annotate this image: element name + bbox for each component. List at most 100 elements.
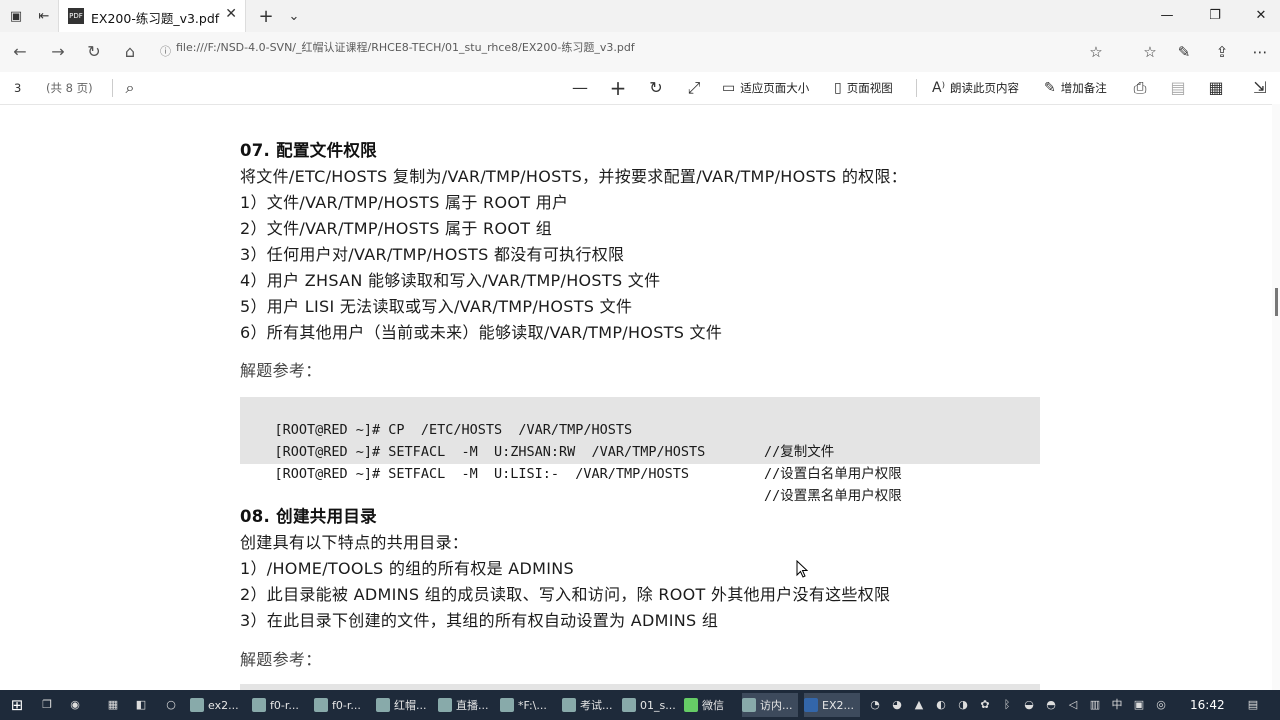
code-comment: //复制文件 [764, 444, 835, 460]
app-icon[interactable]: ◧ [132, 693, 150, 717]
section-07-title: 07. 配置文件权限 [240, 141, 377, 160]
app-icon [562, 698, 576, 712]
tray-icon[interactable]: ◑ [954, 693, 972, 717]
taskbar-item[interactable]: 红帽... [376, 693, 432, 717]
tray-icon[interactable]: ✿ [976, 693, 994, 717]
network-icon[interactable]: ▥ [1086, 693, 1104, 717]
tray-icon[interactable]: ◓ [1042, 693, 1060, 717]
back-arrow-icon[interactable]: ← [8, 40, 32, 64]
close-tab-button[interactable]: ✕ [225, 6, 237, 22]
save-icon[interactable]: ▤ [1166, 76, 1190, 100]
rotate-icon[interactable]: ↻ [644, 76, 668, 100]
taskbar-item-label: 微信 [702, 699, 724, 712]
close-window-button[interactable]: ✕ [1244, 4, 1278, 28]
fullscreen-icon[interactable]: ⤢ [682, 76, 706, 100]
refresh-icon[interactable]: ↻ [82, 40, 106, 64]
share-icon[interactable]: ⇪ [1210, 40, 1234, 64]
tray-icon[interactable]: ◕ [888, 693, 906, 717]
tray-icon[interactable]: ◒ [1020, 693, 1038, 717]
taskbar-item-label: f0-r... [332, 698, 361, 712]
app-icon [376, 698, 390, 712]
favorite-star-icon[interactable]: ☆ [1084, 40, 1108, 64]
toolbar-divider [916, 79, 917, 97]
pin-toolbar-icon[interactable]: ⇲ [1248, 76, 1272, 100]
read-aloud-button[interactable]: A⁾ 朗读此页内容 [932, 76, 1019, 100]
forward-arrow-icon[interactable]: → [46, 40, 70, 64]
tab-actions-icon[interactable]: ▣ [4, 4, 28, 28]
page-view-button[interactable]: ▯ 页面视图 [834, 76, 893, 100]
search-icon[interactable]: ⌕ [118, 76, 142, 100]
solution-reference-label: 解题参考： [240, 361, 322, 380]
favorites-list-icon[interactable]: ☆ [1138, 40, 1162, 64]
taskbar-clock[interactable]: 16:42 [1190, 693, 1225, 717]
zoom-in-icon[interactable]: + [606, 76, 630, 100]
info-icon[interactable]: ⓘ [160, 40, 174, 64]
vertical-scrollbar[interactable] [1272, 104, 1280, 690]
taskbar-item[interactable]: ex2... [190, 693, 246, 717]
make-note-pen-icon[interactable]: ✎ [1172, 40, 1196, 64]
ime-icon[interactable]: 中 [1108, 693, 1126, 717]
add-note-label: 增加备注 [1060, 81, 1107, 95]
tab-preview-chevron-icon[interactable]: ⌄ [282, 4, 306, 28]
add-note-pen-icon: ✎ [1044, 80, 1056, 96]
bluetooth-icon[interactable]: ᛒ [998, 693, 1016, 717]
taskbar-item[interactable]: f0-r... [314, 693, 370, 717]
more-menu-icon[interactable]: ⋯ [1248, 40, 1272, 64]
app-icon[interactable]: ○ [162, 693, 180, 717]
app-icon [742, 698, 756, 712]
save-as-icon[interactable]: ▦ [1204, 76, 1228, 100]
page-number-input[interactable]: 3 [14, 79, 21, 97]
taskbar-item-label: ex2... [208, 698, 239, 712]
taskbar-item[interactable]: 微信 [684, 693, 738, 717]
tray-icon[interactable]: ▲ [910, 693, 928, 717]
tray-icon[interactable]: ◎ [1152, 693, 1170, 717]
tray-icon[interactable]: ◐ [932, 693, 950, 717]
minimize-button[interactable]: — [1150, 4, 1184, 28]
mouse-cursor-icon [796, 560, 808, 578]
taskbar-item[interactable]: 访内... [742, 693, 798, 717]
code-line: [ROOT@RED ~]# SETFACL -M U:LISI:- /VAR/T… [242, 441, 902, 504]
scrollbar-thumb[interactable] [1275, 288, 1278, 316]
zoom-out-icon[interactable]: — [568, 76, 592, 100]
list-item: 2）文件/VAR/TMP/HOSTS 属于 ROOT 组 [240, 219, 553, 238]
tray-icon[interactable]: ▣ [1130, 693, 1148, 717]
taskbar-item[interactable]: f0-r... [252, 693, 308, 717]
pdf-icon: PDF [68, 8, 84, 24]
list-item: 3）在此目录下创建的文件，其组的所有权自动设置为 ADMINS 组 [240, 611, 719, 630]
taskbar-item[interactable]: 考试... [562, 693, 618, 717]
add-note-button[interactable]: ✎ 增加备注 [1044, 76, 1107, 100]
home-icon[interactable]: ⌂ [118, 40, 142, 64]
taskbar-item[interactable]: EX2... [804, 693, 860, 717]
fit-page-label: 适应页面大小 [740, 81, 810, 95]
taskbar-item-label: f0-r... [270, 698, 299, 712]
maximize-button[interactable]: ❐ [1198, 4, 1232, 28]
app-icon[interactable]: ◉ [66, 693, 84, 717]
url-field[interactable]: file:///F:/NSD-4.0-SVN/_红帽认证课程/RHCE8-TEC… [176, 40, 635, 56]
tab-active-pdf[interactable]: PDF EX200-练习题_v3.pdf ✕ [58, 0, 246, 32]
tray-icon[interactable]: ◔ [866, 693, 884, 717]
fit-page-button[interactable]: ▭ 适应页面大小 [722, 76, 809, 100]
notification-center-icon[interactable]: ▤ [1244, 693, 1262, 717]
new-tab-button[interactable]: + [254, 4, 278, 28]
section-08-intro: 创建具有以下特点的共用目录： [240, 533, 469, 552]
taskbar-item[interactable]: 01_s... [622, 693, 678, 717]
list-item: 2）此目录能被 ADMINS 组的成员读取、写入和访问，除 ROOT 外其他用户… [240, 585, 891, 604]
app-icon[interactable]: ▦ [104, 693, 122, 717]
list-item: 5）用户 LISI 无法读取或写入/VAR/TMP/HOSTS 文件 [240, 297, 633, 316]
app-icon [500, 698, 514, 712]
taskbar-item-label: *F:\... [518, 698, 547, 712]
windows-start-icon[interactable]: ⊞ [8, 693, 26, 717]
task-view-icon[interactable]: ❐ [38, 693, 56, 717]
print-icon[interactable]: ⎙ [1128, 76, 1152, 100]
fit-page-icon: ▭ [722, 80, 736, 96]
solution-reference-label: 解题参考： [240, 650, 322, 669]
list-item: 4）用户 ZHSAN 能够读取和写入/VAR/TMP/HOSTS 文件 [240, 271, 661, 290]
code-line: [ROOT@RED ~]# CP /ETC/HOSTS /VAR/TMP/HOS… [242, 397, 835, 460]
set-aside-tabs-icon[interactable]: ⇤ [32, 4, 56, 28]
volume-icon[interactable]: ◁ [1064, 693, 1082, 717]
taskbar-item-label: 红帽... [394, 699, 427, 712]
taskbar-item[interactable]: *F:\... [500, 693, 556, 717]
app-icon [190, 698, 204, 712]
taskbar-item[interactable]: 直播... [438, 693, 494, 717]
code-command: [ROOT@RED ~]# SETFACL -M U:LISI:- /VAR/T… [274, 466, 690, 482]
